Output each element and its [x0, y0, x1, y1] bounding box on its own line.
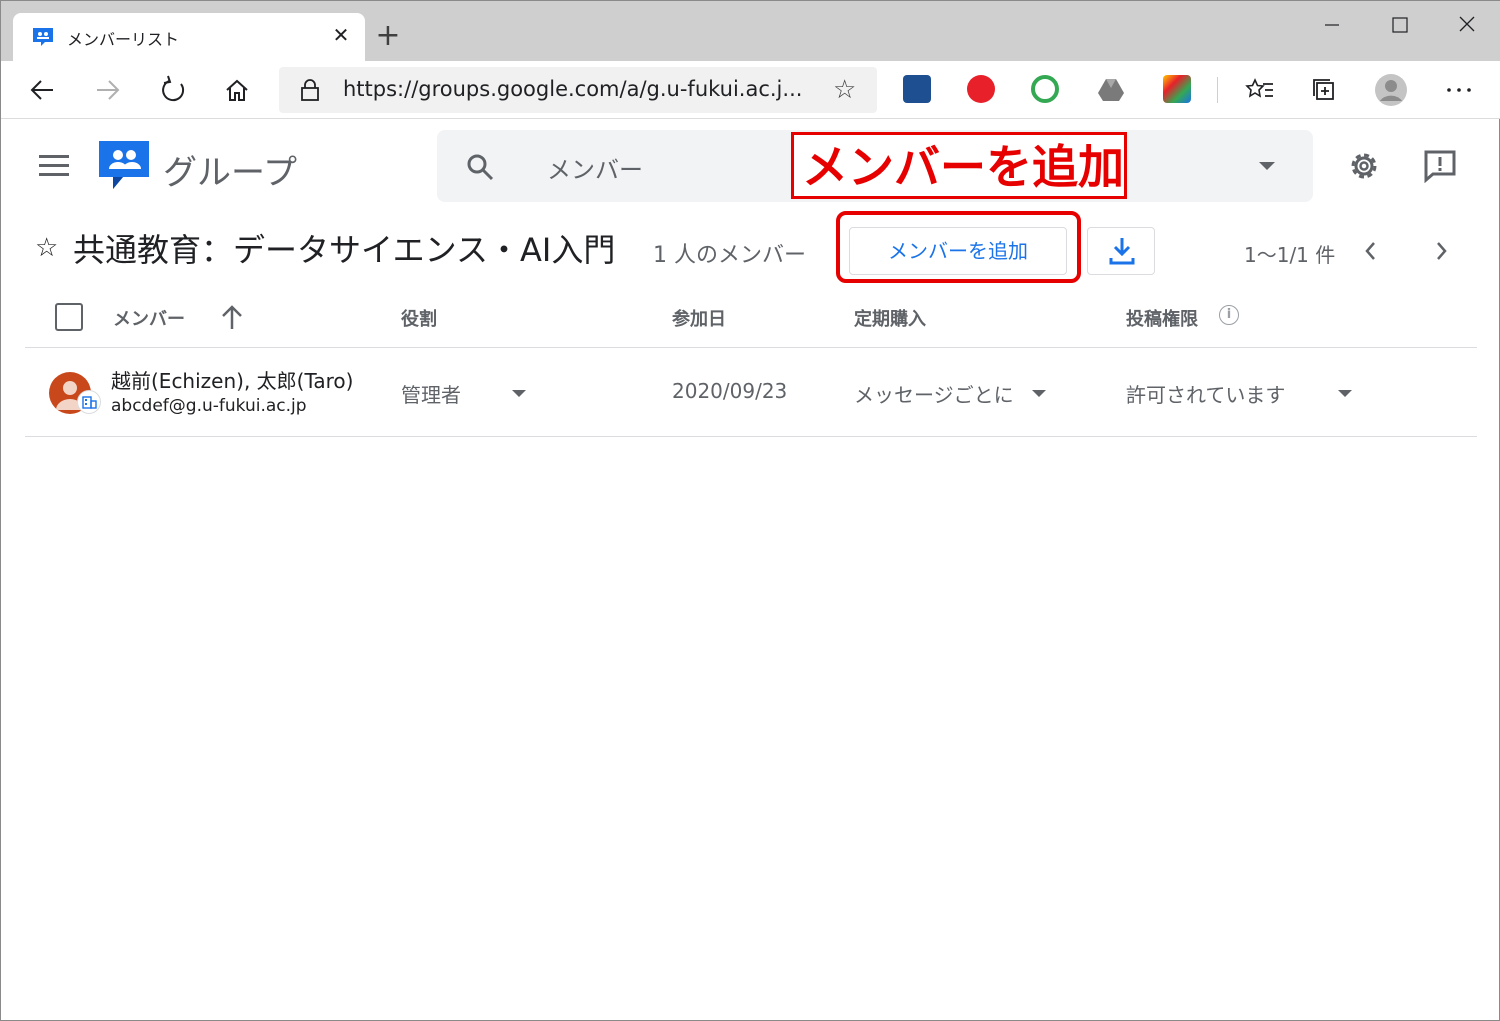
back-arrow-icon	[30, 80, 53, 100]
home-button[interactable]	[219, 72, 255, 108]
drive-extension-icon[interactable]	[1097, 75, 1125, 103]
column-joined-date[interactable]: 参加日	[672, 305, 726, 331]
more-dots-icon	[1447, 88, 1471, 92]
column-member[interactable]: メンバー	[113, 305, 185, 331]
posting-dropdown-caret-icon[interactable]	[1338, 390, 1352, 397]
building-icon	[82, 396, 97, 409]
chevron-right-icon[interactable]	[1429, 239, 1453, 263]
profile-avatar-icon	[1375, 74, 1407, 106]
sort-ascending-arrow-icon[interactable]	[219, 303, 245, 331]
favorites-list-icon	[1245, 78, 1273, 98]
posting-permission-dropdown[interactable]: 許可されています	[1126, 379, 1285, 408]
column-subscription[interactable]: 定期購入	[854, 305, 926, 331]
chevron-left-icon[interactable]	[1359, 239, 1383, 263]
member-email: abcdef@g.u-fukui.ac.jp	[111, 396, 307, 416]
profile-button[interactable]	[1373, 72, 1409, 108]
group-title-row: ☆ 共通教育：データサイエンス・AI入門 1 人のメンバー メンバーを追加 1〜…	[1, 211, 1500, 291]
search-input[interactable]: メンバー	[547, 150, 643, 185]
subscription-dropdown[interactable]: メッセージごとに	[854, 379, 1012, 408]
annotation-label-box: メンバーを追加	[791, 132, 1127, 199]
lock-icon	[301, 79, 319, 101]
toolbar-divider	[1217, 77, 1218, 103]
close-window-button[interactable]	[1447, 9, 1487, 41]
home-icon	[226, 79, 248, 101]
export-members-button[interactable]	[1087, 227, 1155, 275]
password-extension-icon[interactable]	[903, 75, 931, 103]
new-tab-button[interactable]: +	[373, 21, 403, 51]
annotation-label: メンバーを追加	[802, 140, 1124, 194]
url-text: https://groups.google.com/a/g.u-fukui.ac…	[343, 77, 803, 101]
table-row[interactable]: 越前(Echizen), 太郎(Taro) abcdef@g.u-fukui.a…	[25, 348, 1477, 437]
column-role[interactable]: 役割	[401, 305, 437, 331]
minimize-icon	[1325, 24, 1339, 26]
tab-title: メンバーリスト	[67, 30, 180, 49]
maximize-button[interactable]	[1379, 9, 1419, 41]
trend-micro-extension-icon[interactable]	[967, 75, 995, 103]
close-icon	[1459, 16, 1475, 32]
member-count: 1 人のメンバー	[653, 243, 806, 268]
role-dropdown[interactable]: 管理者	[401, 379, 461, 408]
drive-icon	[1098, 79, 1124, 101]
subscription-dropdown-caret-icon[interactable]	[1032, 390, 1046, 397]
group-title: 共通教育：データサイエンス・AI入門	[73, 231, 616, 269]
favorite-group-star-icon[interactable]: ☆	[35, 235, 58, 261]
member-name: 越前(Echizen), 太郎(Taro)	[111, 369, 354, 393]
forward-button[interactable]	[89, 72, 125, 108]
joined-date: 2020/09/23	[672, 379, 788, 403]
favorite-star-icon[interactable]: ☆	[833, 76, 856, 104]
add-member-button[interactable]: メンバーを追加	[849, 227, 1067, 275]
search-options-caret-icon[interactable]	[1259, 162, 1275, 170]
collections-button[interactable]	[1307, 72, 1343, 108]
feedback-icon[interactable]	[1423, 149, 1457, 183]
favorites-button[interactable]	[1243, 72, 1279, 108]
forward-arrow-icon	[97, 80, 120, 100]
chrome-remote-extension-icon[interactable]	[1031, 75, 1059, 103]
hamburger-menu-icon[interactable]	[39, 155, 69, 177]
tab-close-icon[interactable]: ✕	[329, 23, 353, 47]
more-menu-button[interactable]	[1441, 72, 1477, 108]
groups-favicon-icon	[33, 28, 53, 46]
members-table-header: メンバー 役割 参加日 定期購入 投稿権限 i	[25, 291, 1477, 348]
minimize-button[interactable]	[1311, 9, 1351, 41]
groups-logo-icon	[99, 141, 149, 189]
address-bar[interactable]: https://groups.google.com/a/g.u-fukui.ac…	[279, 67, 877, 113]
download-icon	[1109, 238, 1135, 265]
maximize-icon	[1392, 17, 1408, 33]
refresh-icon	[162, 75, 185, 102]
refresh-button[interactable]	[155, 72, 191, 108]
role-dropdown-caret-icon[interactable]	[512, 390, 526, 397]
select-all-checkbox[interactable]	[55, 303, 83, 331]
color-extension-icon[interactable]	[1163, 75, 1191, 103]
app-name: グループ	[163, 153, 297, 193]
tab-bar: メンバーリスト ✕ +	[1, 1, 1500, 63]
app-header: グループ メンバー	[1, 119, 1500, 211]
tab-active[interactable]: メンバーリスト ✕	[13, 13, 365, 63]
search-icon	[467, 154, 494, 181]
column-posting-permission[interactable]: 投稿権限	[1126, 305, 1198, 331]
organization-badge-icon	[77, 390, 101, 414]
pagination-range: 1〜1/1 件	[1244, 243, 1336, 267]
browser-window: メンバーリスト ✕ + https://groups.google.com/a/…	[0, 0, 1500, 1021]
browser-toolbar: https://groups.google.com/a/g.u-fukui.ac…	[1, 61, 1500, 119]
back-button[interactable]	[25, 72, 61, 108]
settings-gear-icon[interactable]	[1347, 149, 1381, 183]
collections-icon	[1313, 79, 1334, 100]
info-icon[interactable]: i	[1219, 305, 1239, 325]
